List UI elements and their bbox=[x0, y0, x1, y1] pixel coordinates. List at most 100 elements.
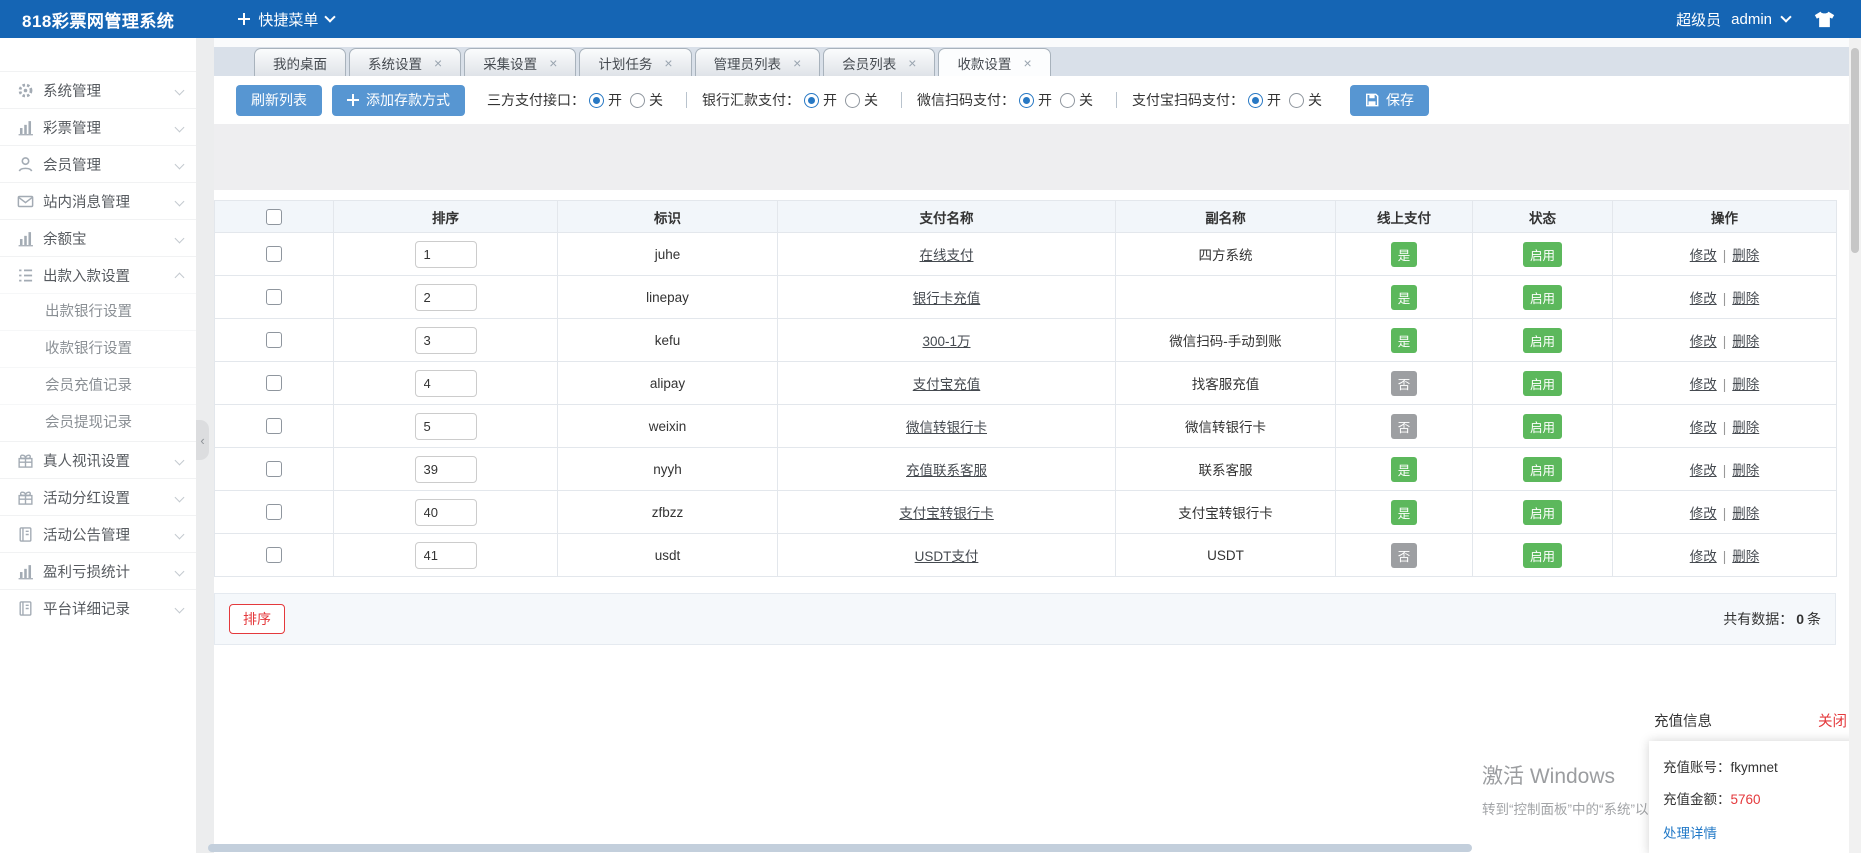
edit-link[interactable]: 修改 bbox=[1690, 377, 1717, 392]
edit-link[interactable]: 修改 bbox=[1690, 549, 1717, 564]
row-checkbox[interactable] bbox=[266, 504, 282, 520]
quick-menu-button[interactable]: 快捷菜单 bbox=[238, 9, 334, 30]
vertical-scrollbar-thumb[interactable] bbox=[1851, 48, 1859, 253]
row-checkbox[interactable] bbox=[266, 246, 282, 262]
sidebar-subitem[interactable]: 收款银行设置 bbox=[0, 330, 196, 367]
mail-icon bbox=[17, 193, 34, 210]
tab-6[interactable]: 收款设置 × bbox=[938, 48, 1050, 76]
radio-off[interactable] bbox=[1060, 93, 1075, 108]
edit-link[interactable]: 修改 bbox=[1690, 248, 1717, 263]
add-deposit-method-button[interactable]: 添加存款方式 bbox=[332, 85, 465, 116]
theme-shirt-icon[interactable] bbox=[1814, 11, 1835, 28]
popup-close-link[interactable]: 关闭 bbox=[1818, 710, 1847, 731]
tab-close-icon[interactable]: × bbox=[1023, 56, 1031, 70]
pay-code: usdt bbox=[655, 548, 681, 563]
sidebar-item[interactable]: 盈利亏损统计 bbox=[0, 552, 196, 589]
sort-input[interactable] bbox=[415, 542, 477, 569]
radio-off[interactable] bbox=[1289, 93, 1304, 108]
pay-name-link[interactable]: 微信转银行卡 bbox=[906, 420, 987, 435]
edit-link[interactable]: 修改 bbox=[1690, 420, 1717, 435]
tab-close-icon[interactable]: × bbox=[908, 56, 916, 70]
sort-button[interactable]: 排序 bbox=[229, 604, 285, 634]
list-icon bbox=[17, 267, 34, 284]
pay-name-link[interactable]: 充值联系客服 bbox=[906, 463, 987, 478]
sidebar-item[interactable]: 站内消息管理 bbox=[0, 182, 196, 219]
online-badge: 否 bbox=[1391, 543, 1418, 568]
tab-3[interactable]: 计划任务 × bbox=[579, 48, 691, 76]
save-button[interactable]: 保存 bbox=[1350, 85, 1429, 116]
sidebar-collapse-handle[interactable]: ‹ bbox=[196, 420, 209, 460]
edit-link[interactable]: 修改 bbox=[1690, 463, 1717, 478]
sort-input[interactable] bbox=[415, 327, 477, 354]
row-checkbox[interactable] bbox=[266, 547, 282, 563]
sort-input[interactable] bbox=[415, 284, 477, 311]
user-role: 超级员 bbox=[1676, 9, 1721, 30]
sidebar-item[interactable]: 活动分红设置 bbox=[0, 478, 196, 515]
delete-link[interactable]: 删除 bbox=[1732, 549, 1759, 564]
payments-table: 排序 标识 支付名称 副名称 线上支付 状态 操作 juhe 在线支付 四方系统… bbox=[214, 200, 1837, 577]
delete-link[interactable]: 删除 bbox=[1732, 506, 1759, 521]
delete-link[interactable]: 删除 bbox=[1732, 420, 1759, 435]
row-checkbox[interactable] bbox=[266, 418, 282, 434]
pay-name-link[interactable]: 300-1万 bbox=[922, 334, 970, 349]
horizontal-scrollbar-thumb[interactable] bbox=[208, 844, 1472, 852]
sort-input[interactable] bbox=[415, 456, 477, 483]
sidebar-subitem[interactable]: 会员提现记录 bbox=[0, 404, 196, 441]
sidebar-item[interactable]: 系统管理 bbox=[0, 71, 196, 108]
radio-off[interactable] bbox=[845, 93, 860, 108]
row-checkbox[interactable] bbox=[266, 375, 282, 391]
process-detail-link[interactable]: 处理详情 bbox=[1663, 822, 1717, 842]
tab-2[interactable]: 采集设置 × bbox=[464, 48, 576, 76]
sort-input[interactable] bbox=[415, 370, 477, 397]
sidebar-item[interactable]: 活动公告管理 bbox=[0, 515, 196, 552]
pay-name-link[interactable]: 支付宝充值 bbox=[913, 377, 981, 392]
vertical-scrollbar[interactable] bbox=[1849, 38, 1861, 853]
radio-on[interactable] bbox=[589, 93, 604, 108]
radio-on[interactable] bbox=[804, 93, 819, 108]
pay-name-link[interactable]: 银行卡充值 bbox=[913, 291, 981, 306]
username-menu[interactable]: admin bbox=[1731, 11, 1772, 28]
pay-name-link[interactable]: USDT支付 bbox=[915, 549, 979, 564]
chevron-down-icon bbox=[175, 272, 185, 282]
sidebar-item[interactable]: 会员管理 bbox=[0, 145, 196, 182]
ops-separator: | bbox=[1723, 291, 1727, 306]
radio-on[interactable] bbox=[1019, 93, 1034, 108]
delete-link[interactable]: 删除 bbox=[1732, 377, 1759, 392]
sidebar-subitem[interactable]: 出款银行设置 bbox=[0, 293, 196, 330]
sort-input[interactable] bbox=[415, 499, 477, 526]
sidebar-item[interactable]: 彩票管理 bbox=[0, 108, 196, 145]
radio-off[interactable] bbox=[630, 93, 645, 108]
row-checkbox[interactable] bbox=[266, 461, 282, 477]
tab-close-icon[interactable]: × bbox=[664, 56, 672, 70]
tab-4[interactable]: 管理员列表 × bbox=[695, 48, 821, 76]
delete-link[interactable]: 删除 bbox=[1732, 291, 1759, 306]
delete-link[interactable]: 删除 bbox=[1732, 334, 1759, 349]
edit-link[interactable]: 修改 bbox=[1690, 291, 1717, 306]
sort-input[interactable] bbox=[415, 413, 477, 440]
tab-1[interactable]: 系统设置 × bbox=[349, 48, 461, 76]
tab-close-icon[interactable]: × bbox=[549, 56, 557, 70]
refresh-list-button[interactable]: 刷新列表 bbox=[236, 85, 322, 116]
edit-link[interactable]: 修改 bbox=[1690, 506, 1717, 521]
radio-on[interactable] bbox=[1248, 93, 1263, 108]
row-checkbox[interactable] bbox=[266, 289, 282, 305]
sidebar-subitem[interactable]: 会员充值记录 bbox=[0, 367, 196, 404]
sidebar-item[interactable]: 出款入款设置 bbox=[0, 256, 196, 293]
pay-name-link[interactable]: 支付宝转银行卡 bbox=[899, 506, 994, 521]
delete-link[interactable]: 删除 bbox=[1732, 463, 1759, 478]
ops-separator: | bbox=[1723, 420, 1727, 435]
tab-close-icon[interactable]: × bbox=[434, 56, 442, 70]
gift-icon bbox=[17, 489, 34, 506]
sidebar-item[interactable]: 平台详细记录 bbox=[0, 589, 196, 626]
sort-input[interactable] bbox=[415, 241, 477, 268]
delete-link[interactable]: 删除 bbox=[1732, 248, 1759, 263]
pay-name-link[interactable]: 在线支付 bbox=[920, 248, 974, 263]
select-all-checkbox[interactable] bbox=[266, 209, 282, 225]
edit-link[interactable]: 修改 bbox=[1690, 334, 1717, 349]
sidebar-item[interactable]: 真人视讯设置 bbox=[0, 441, 196, 478]
sidebar-item[interactable]: 余额宝 bbox=[0, 219, 196, 256]
row-checkbox[interactable] bbox=[266, 332, 282, 348]
tab-0[interactable]: 我的桌面 bbox=[254, 48, 346, 76]
tab-close-icon[interactable]: × bbox=[793, 56, 801, 70]
tab-5[interactable]: 会员列表 × bbox=[823, 48, 935, 76]
